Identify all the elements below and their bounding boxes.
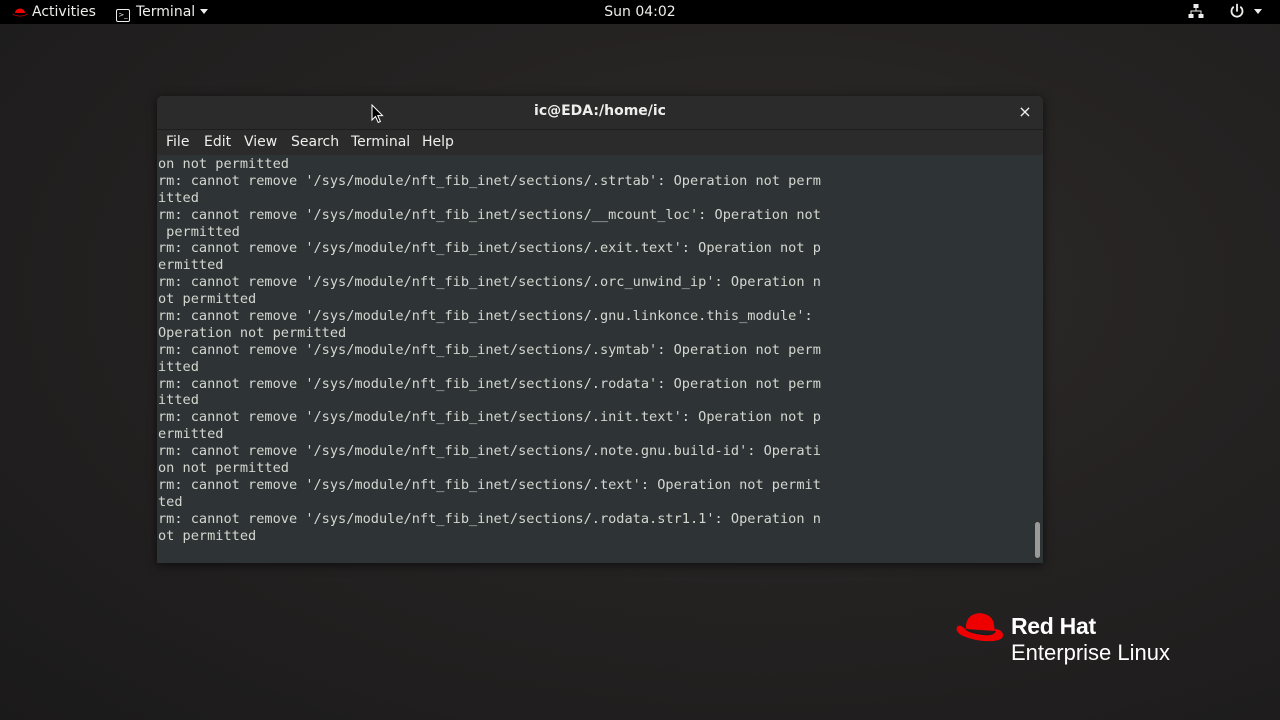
- terminal-output[interactable]: on not permitted rm: cannot remove '/sys/…: [157, 155, 1031, 563]
- menu-view[interactable]: View: [244, 130, 277, 155]
- terminal-line: rm: cannot remove '/sys/module/nft_fib_i…: [158, 274, 821, 291]
- redhat-hat-icon: [956, 613, 1004, 642]
- close-icon: ×: [1018, 102, 1032, 121]
- terminal-line: rm: cannot remove '/sys/module/nft_fib_i…: [158, 375, 821, 392]
- desktop: Activities >_ Terminal Sun 04:02 ic@EDA:…: [0, 0, 1280, 720]
- menu-terminal[interactable]: Terminal: [351, 130, 410, 155]
- window-title: ic@EDA:/home/ic: [534, 103, 666, 119]
- terminal-line: rm: cannot remove '/sys/module/nft_fib_i…: [158, 409, 821, 426]
- terminal-line: permitted: [158, 223, 240, 240]
- terminal-line: ot permitted: [158, 527, 257, 544]
- redhat-logo: Red Hat Enterprise Linux: [955, 610, 1205, 670]
- clock[interactable]: Sun 04:02: [0, 0, 1280, 24]
- terminal-line: ted: [158, 493, 183, 510]
- terminal-line: rm: cannot remove '/sys/module/nft_fib_i…: [158, 172, 821, 189]
- terminal-line: Operation not permitted: [158, 324, 347, 341]
- terminal-line: ermitted: [158, 426, 224, 443]
- network-icon: [1188, 4, 1204, 18]
- menu-search[interactable]: Search: [291, 130, 339, 155]
- brand-name: Red Hat: [1011, 613, 1096, 639]
- menu-file[interactable]: File: [166, 130, 189, 155]
- top-bar: Activities >_ Terminal Sun 04:02: [0, 0, 1280, 24]
- terminal-line: itted: [158, 358, 199, 375]
- terminal-line: rm: cannot remove '/sys/module/nft_fib_i…: [158, 341, 821, 358]
- system-menu[interactable]: [1229, 0, 1262, 24]
- terminal-line: rm: cannot remove '/sys/module/nft_fib_i…: [158, 510, 821, 527]
- scrollbar-thumb[interactable]: [1035, 522, 1040, 558]
- scrollbar[interactable]: [1031, 155, 1043, 563]
- terminal-line: on not permitted: [158, 156, 289, 172]
- menu-help[interactable]: Help: [422, 130, 454, 155]
- title-bar[interactable]: ic@EDA:/home/ic ×: [157, 96, 1043, 130]
- brand-product: Enterprise Linux: [1011, 640, 1170, 665]
- menu-bar: File Edit View Search Terminal Help: [157, 130, 1043, 155]
- terminal-line: rm: cannot remove '/sys/module/nft_fib_i…: [158, 476, 821, 493]
- menu-edit[interactable]: Edit: [204, 130, 231, 155]
- terminal-line: rm: cannot remove '/sys/module/nft_fib_i…: [158, 308, 813, 325]
- terminal-line: itted: [158, 392, 199, 409]
- network-indicator[interactable]: [1188, 0, 1204, 24]
- terminal-line: ot permitted: [158, 291, 257, 308]
- chevron-down-icon: [1254, 9, 1262, 14]
- terminal-line: rm: cannot remove '/sys/module/nft_fib_i…: [158, 443, 821, 460]
- terminal-line: on not permitted: [158, 460, 289, 477]
- terminal-line: rm: cannot remove '/sys/module/nft_fib_i…: [158, 206, 821, 223]
- terminal-line: rm: cannot remove '/sys/module/nft_fib_i…: [158, 240, 821, 257]
- close-button[interactable]: ×: [1015, 102, 1035, 122]
- clock-label: Sun 04:02: [604, 4, 676, 20]
- terminal-text: on not permitted rm: cannot remove '/sys/…: [158, 156, 821, 544]
- mouse-pointer-icon: [371, 104, 384, 124]
- power-icon: [1230, 3, 1244, 18]
- terminal-line: itted: [158, 189, 199, 206]
- terminal-window: ic@EDA:/home/ic × File Edit View Search …: [157, 96, 1043, 563]
- terminal-line: ermitted: [158, 257, 224, 274]
